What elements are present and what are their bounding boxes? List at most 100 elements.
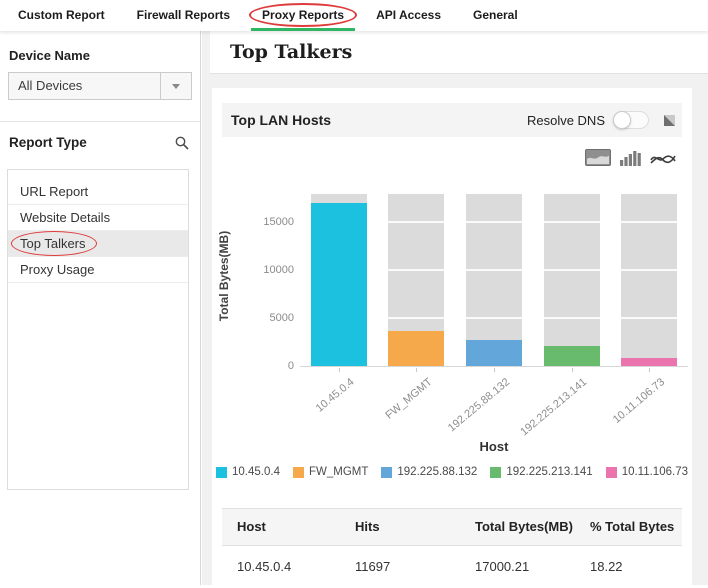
- chart-legend: 10.45.0.4 FW_MGMT 192.225.88.132 192.225.21…: [212, 466, 692, 478]
- top-lan-hosts-panel: Top LAN Hosts Resolve DNS: [212, 88, 692, 585]
- legend-item-192-225-88-132[interactable]: 192.225.88.132: [381, 466, 477, 478]
- x-tick-label: 10.11.106.73: [611, 376, 667, 426]
- bar-10-45-0-4[interactable]: [311, 203, 367, 366]
- table-cell: 17000.21: [460, 546, 575, 588]
- legend-label: 10.11.106.73: [622, 466, 688, 478]
- resolve-dns-label: Resolve DNS: [527, 113, 605, 128]
- y-tick-label: 5000: [252, 312, 294, 324]
- bar-group-10-45-0-4: [300, 185, 378, 366]
- sidebar: Device Name All Devices Report Type URL …: [0, 31, 201, 585]
- table-header-row: HostHitsTotal Bytes(MB)% Total Bytes: [222, 508, 682, 546]
- sidebar-item-label: Website Details: [20, 210, 110, 225]
- sidebar-item-url-report[interactable]: URL Report: [8, 179, 188, 205]
- x-tick-label: 10.45.0.4: [314, 376, 357, 415]
- resolve-dns-toggle[interactable]: [613, 111, 649, 129]
- title-strip: Top Talkers: [210, 31, 708, 74]
- table-row: 10.45.0.41169717000.2118.22: [222, 546, 682, 588]
- sidebar-item-website-details[interactable]: Website Details: [8, 205, 188, 231]
- legend-label: 192.225.88.132: [397, 466, 477, 478]
- y-axis-title: Total Bytes(MB): [217, 221, 231, 331]
- nav-tabs: Custom Report Firewall Reports Proxy Repor…: [2, 0, 534, 31]
- column-header-hits: Hits: [340, 509, 460, 545]
- main-content: Top Talkers Top LAN Hosts Resolve DNS: [202, 31, 708, 585]
- tab-label: Firewall Reports: [137, 8, 230, 22]
- bar-group-192-225-213-141: [533, 185, 611, 366]
- device-name-label: Device Name: [9, 48, 200, 63]
- y-tick-label: 10000: [252, 264, 294, 276]
- tab-label: General: [473, 8, 518, 22]
- top-nav: Custom Report Firewall Reports Proxy Repor…: [0, 0, 708, 31]
- legend-swatch: [490, 467, 501, 478]
- tab-api-access[interactable]: API Access: [360, 0, 457, 31]
- tab-label: API Access: [376, 8, 441, 22]
- x-tick-mark: [649, 368, 650, 372]
- sidebar-item-label: URL Report: [20, 184, 88, 199]
- bar-192-225-88-132[interactable]: [466, 340, 522, 366]
- tab-general[interactable]: General: [457, 0, 534, 31]
- sidebar-item-top-talkers[interactable]: Top Talkers: [8, 231, 188, 257]
- legend-label: FW_MGMT: [309, 466, 368, 478]
- legend-item-10-45-0-4[interactable]: 10.45.0.4: [216, 466, 280, 478]
- y-tick-label: 0: [252, 360, 294, 372]
- report-type-list: URL Report Website Details Top Talkers Prox…: [7, 169, 189, 490]
- x-tick-label: 192.225.88.132: [445, 376, 511, 434]
- tab-firewall-reports[interactable]: Firewall Reports: [121, 0, 246, 31]
- y-tick-label: 15000: [252, 216, 294, 228]
- bar-background: [544, 194, 600, 366]
- tab-label: Proxy Reports: [262, 8, 344, 22]
- bar-192-225-213-141[interactable]: [544, 346, 600, 366]
- legend-item-fw-mgmt[interactable]: FW_MGMT: [293, 466, 368, 478]
- panel-title: Top LAN Hosts: [222, 112, 527, 128]
- device-select-value: All Devices: [9, 73, 160, 99]
- page-title: Top Talkers: [210, 31, 708, 63]
- expand-icon[interactable]: [664, 115, 675, 126]
- tab-label: Custom Report: [18, 8, 105, 22]
- legend-label: 192.225.213.141: [506, 466, 592, 478]
- bar-background: [621, 194, 677, 366]
- x-tick-mark: [572, 368, 573, 372]
- chart-type-switcher: [585, 149, 676, 166]
- x-tick-label: 192.225.213.141: [518, 376, 589, 438]
- search-icon[interactable]: [175, 136, 189, 150]
- host-link[interactable]: 10.45.0.4: [222, 546, 340, 588]
- bar-chart-icon[interactable]: [620, 149, 641, 166]
- table-cell: 11697: [340, 546, 460, 588]
- line-chart-icon[interactable]: [650, 150, 676, 166]
- plot-area: [300, 185, 688, 367]
- bar-group-192-225-88-132: [455, 185, 533, 366]
- legend-swatch: [606, 467, 617, 478]
- device-select-arrow[interactable]: [160, 73, 191, 99]
- sidebar-divider: [0, 121, 200, 122]
- bar-fw-mgmt[interactable]: [388, 331, 444, 366]
- legend-swatch: [293, 467, 304, 478]
- x-axis-title: Host: [300, 439, 688, 454]
- table-body: 10.45.0.41169717000.2118.22: [222, 546, 682, 588]
- report-type-header: Report Type: [9, 135, 189, 150]
- legend-swatch: [381, 467, 392, 478]
- device-select[interactable]: All Devices: [8, 72, 192, 100]
- bar-group-10-11-106-73: [610, 185, 688, 366]
- x-tick-mark: [339, 368, 340, 372]
- area-chart-icon[interactable]: [585, 149, 611, 166]
- x-tick-mark: [494, 368, 495, 372]
- tab-proxy-reports[interactable]: Proxy Reports: [246, 0, 360, 31]
- sidebar-item-label: Top Talkers: [20, 236, 86, 251]
- legend-label: 10.45.0.4: [232, 466, 280, 478]
- legend-item-192-225-213-141[interactable]: 192.225.213.141: [490, 466, 592, 478]
- tab-custom-report[interactable]: Custom Report: [2, 0, 121, 31]
- bar-group-fw-mgmt: [378, 185, 456, 366]
- sidebar-item-label: Proxy Usage: [20, 262, 94, 277]
- table-cell: 18.22: [575, 546, 682, 588]
- legend-item-10-11-106-73[interactable]: 10.11.106.73: [606, 466, 688, 478]
- panel-header: Top LAN Hosts Resolve DNS: [222, 103, 682, 137]
- bar-chart: Total Bytes(MB) Host 0 5000 10000 15000 10.4…: [212, 180, 692, 470]
- column-header-host: Host: [222, 509, 340, 545]
- x-tick-mark: [416, 368, 417, 372]
- sidebar-item-proxy-usage[interactable]: Proxy Usage: [8, 257, 188, 283]
- report-type-label: Report Type: [9, 135, 87, 150]
- column-header-total-bytes-mb: Total Bytes(MB): [460, 509, 575, 545]
- toggle-knob: [613, 111, 631, 129]
- x-tick-label: FW_MGMT: [383, 376, 434, 422]
- bar-10-11-106-73[interactable]: [621, 358, 677, 366]
- legend-swatch: [216, 467, 227, 478]
